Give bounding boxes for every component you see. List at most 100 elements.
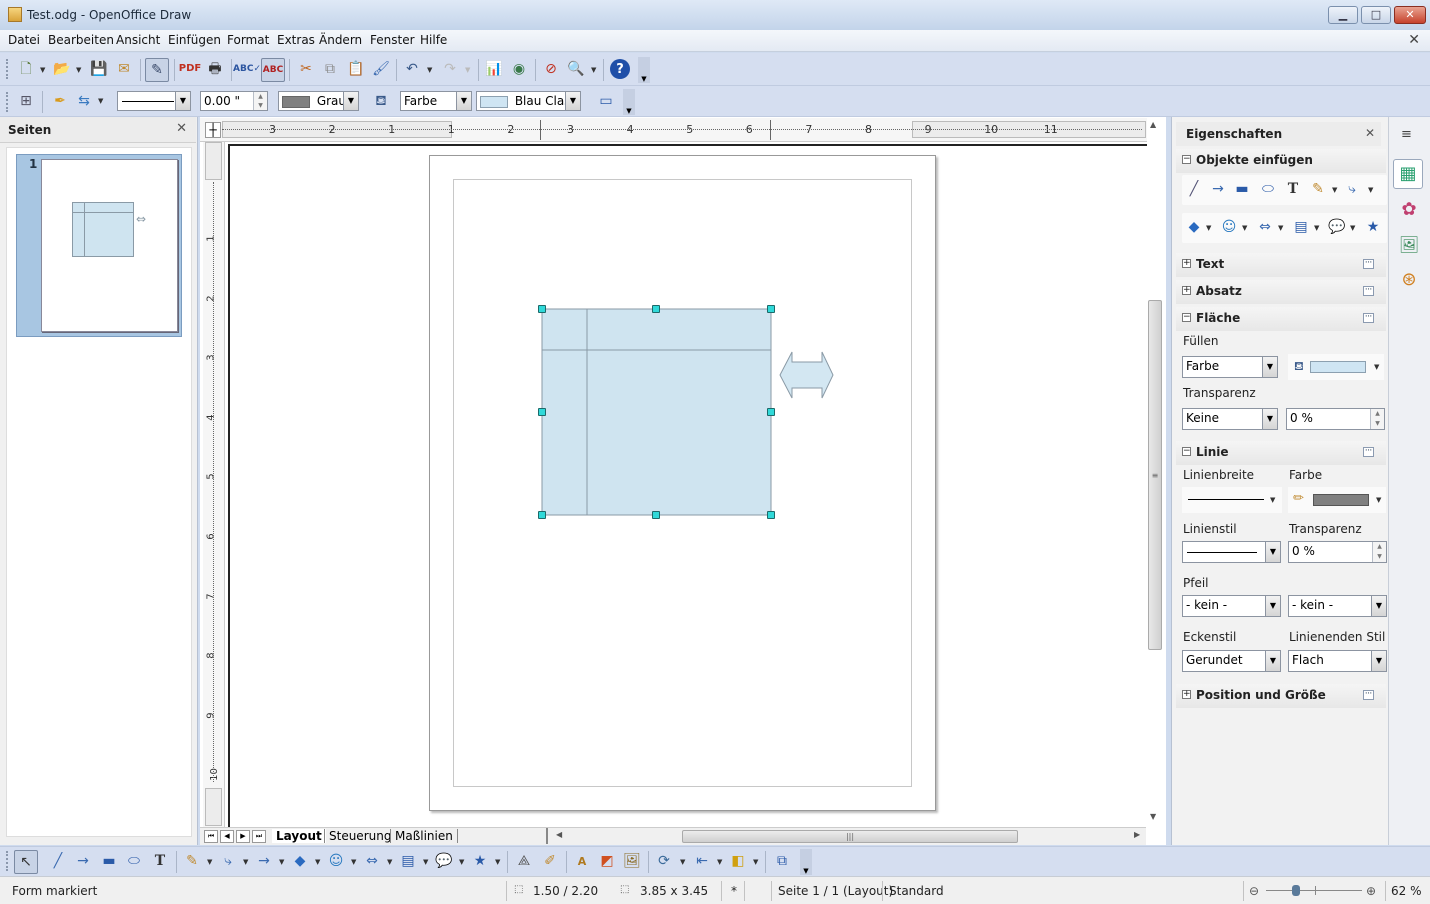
export-pdf-icon[interactable]: PDF — [179, 59, 201, 79]
line-icon[interactable]: ✒ — [50, 91, 70, 111]
chevron-down-icon[interactable]: ▼ — [343, 92, 358, 110]
menu-extras[interactable]: Extras — [277, 33, 315, 47]
more-options-icon[interactable]: ··· — [1363, 286, 1374, 296]
modified-indicator[interactable]: * — [731, 884, 737, 898]
more-options-icon[interactable]: ··· — [1363, 690, 1374, 700]
chevron-down-icon[interactable]: ▼ — [1371, 651, 1386, 671]
page-style[interactable]: Standard — [889, 884, 944, 898]
spinner-icon[interactable]: ▲ ▼ — [1370, 409, 1384, 429]
callouts-dropdown-icon[interactable]: ▼ — [1350, 224, 1355, 232]
basic-shapes-icon[interactable]: ◆ — [1184, 217, 1204, 237]
scroll-right-icon[interactable]: ▶ — [1134, 830, 1140, 839]
corner-style-select[interactable]: Gerundet ▼ — [1182, 650, 1281, 672]
zoom-percent[interactable]: 62 % — [1391, 884, 1422, 898]
tab-layout[interactable]: Layout — [272, 829, 326, 843]
save-icon[interactable]: 💾 — [89, 59, 109, 79]
new-icon[interactable]: 🗋 — [16, 59, 36, 79]
minimize-button[interactable]: ▁ — [1328, 6, 1358, 24]
callouts-icon[interactable]: 💬 — [1327, 217, 1347, 237]
glue-points-icon[interactable]: ✐ — [540, 851, 560, 871]
fill-transparency-field[interactable]: 0 % ▲ ▼ — [1286, 408, 1385, 430]
gallery-icon[interactable]: ⊘ — [541, 59, 561, 79]
menu-datei[interactable]: Datei — [8, 33, 40, 47]
styles-tab-icon[interactable]: ✿ — [1396, 197, 1422, 223]
chevron-down-icon[interactable]: ▼ — [1270, 496, 1275, 504]
block-arrows-icon[interactable]: ⇔ — [362, 851, 382, 871]
toolbar-grip[interactable] — [6, 59, 9, 79]
area-style-select[interactable]: Farbe ▼ — [400, 91, 472, 111]
lines-arrows-dropdown-icon[interactable]: ▼ — [279, 858, 284, 866]
align-icon[interactable]: ⇤ — [692, 851, 712, 871]
flowchart-dropdown-icon[interactable]: ▼ — [423, 858, 428, 866]
line-transparency-field[interactable]: 0 % ▲ ▼ — [1288, 541, 1387, 563]
horizontal-scrollbar-thumb[interactable]: ||| — [682, 830, 1018, 843]
section-position-und-groesse[interactable]: + Position und Größe ··· — [1176, 684, 1386, 708]
properties-tab-icon[interactable]: ▦ — [1393, 159, 1423, 189]
copy-icon[interactable]: ⧉ — [320, 59, 340, 79]
last-page-icon[interactable]: ⏭ — [252, 830, 266, 843]
line-color-picker[interactable]: ✏ ▼ — [1288, 487, 1386, 513]
double-arrow-shape[interactable] — [779, 351, 834, 399]
collapse-icon[interactable]: − — [1182, 313, 1191, 322]
zoom-dropdown-icon[interactable]: ▼ — [591, 66, 596, 74]
spinner-icon[interactable]: ▲ ▼ — [1372, 542, 1386, 562]
tab-steuerung[interactable]: Steuerung — [324, 829, 395, 843]
flowchart-icon[interactable]: ▤ — [1291, 217, 1311, 237]
vertical-scrollbar[interactable]: ▲ ≡ ▼ — [1148, 120, 1162, 821]
rotate-dropdown-icon[interactable]: ▼ — [680, 858, 685, 866]
navigator-tab-icon[interactable]: ⊛ — [1396, 267, 1422, 293]
stars-dropdown-icon[interactable]: ▼ — [495, 858, 500, 866]
chevron-down-icon[interactable]: ▼ — [1376, 496, 1381, 504]
resize-handle[interactable] — [538, 305, 546, 313]
chevron-down-icon[interactable]: ▼ — [175, 92, 190, 110]
next-page-icon[interactable]: ▶ — [236, 830, 250, 843]
selected-shape[interactable] — [541, 308, 772, 516]
symbol-shapes-icon[interactable]: ☺ — [1219, 217, 1239, 237]
select-tool-icon[interactable]: ↖ — [14, 850, 38, 874]
lines-arrows-tool-icon[interactable]: → — [254, 851, 274, 871]
menu-bearbeiten[interactable]: Bearbeiten — [48, 33, 114, 47]
collapse-icon[interactable]: − — [1182, 155, 1191, 164]
menu-aendern[interactable]: Ändern — [319, 33, 362, 47]
sidebar-menu-icon[interactable]: ≡ — [1401, 127, 1412, 142]
block-arrows-icon[interactable]: ⇔ — [1255, 217, 1275, 237]
cap-style-select[interactable]: Flach ▼ — [1288, 650, 1387, 672]
resize-handle[interactable] — [767, 305, 775, 313]
page-thumbnail-item[interactable]: 1 ⇔ — [16, 154, 182, 337]
ellipse-tool-icon[interactable]: ⬭ — [1258, 179, 1278, 199]
line-style-select[interactable]: ▼ — [117, 91, 191, 111]
resize-handle[interactable] — [652, 511, 660, 519]
tab-masslinien[interactable]: Maßlinien — [390, 829, 458, 843]
line-width-picker[interactable]: ▼ — [1182, 487, 1282, 513]
close-document-button[interactable]: ✕ — [1408, 32, 1420, 48]
menu-fenster[interactable]: Fenster — [370, 33, 415, 47]
callouts-dropdown-icon[interactable]: ▼ — [459, 858, 464, 866]
flowchart-icon[interactable]: ▤ — [398, 851, 418, 871]
chevron-down-icon[interactable]: ▼ — [565, 92, 580, 110]
zoom-slider-thumb[interactable] — [1292, 885, 1301, 896]
autospellcheck-icon[interactable]: ABC — [261, 58, 285, 82]
toolbar-overflow-icon[interactable]: ▼ — [623, 89, 635, 115]
expand-icon[interactable]: + — [1182, 259, 1191, 268]
menu-einfuegen[interactable]: Einfügen — [168, 33, 221, 47]
toolbar-grip[interactable] — [6, 92, 9, 112]
rectangle-tool-icon[interactable]: ▬ — [1232, 179, 1252, 199]
transparency-mode-select[interactable]: Keine ▼ — [1182, 408, 1278, 430]
line-width-field[interactable]: 0.00 " ▲ ▼ — [200, 91, 268, 111]
text-tool-icon[interactable]: T — [1283, 179, 1303, 199]
maximize-button[interactable]: □ — [1361, 6, 1391, 24]
resize-handle[interactable] — [767, 511, 775, 519]
symbol-shapes-dropdown-icon[interactable]: ▼ — [351, 858, 356, 866]
zoom-out-icon[interactable]: ⊖ — [1249, 884, 1259, 898]
extrusion-icon[interactable]: ⧉ — [772, 851, 792, 871]
curve-tool-icon[interactable]: ✎ — [182, 851, 202, 871]
text-tool-icon[interactable]: T — [150, 851, 170, 871]
fill-type-select[interactable]: Farbe ▼ — [1182, 356, 1278, 378]
chevron-down-icon[interactable]: ▼ — [1371, 596, 1386, 616]
open-dropdown-icon[interactable]: ▼ — [76, 66, 81, 74]
menu-ansicht[interactable]: Ansicht — [116, 33, 160, 47]
undo-icon[interactable]: ↶ — [402, 59, 422, 79]
gallery-tab-icon[interactable]: 🖼 — [1396, 232, 1422, 258]
menu-format[interactable]: Format — [227, 33, 269, 47]
menu-hilfe[interactable]: Hilfe — [420, 33, 447, 47]
